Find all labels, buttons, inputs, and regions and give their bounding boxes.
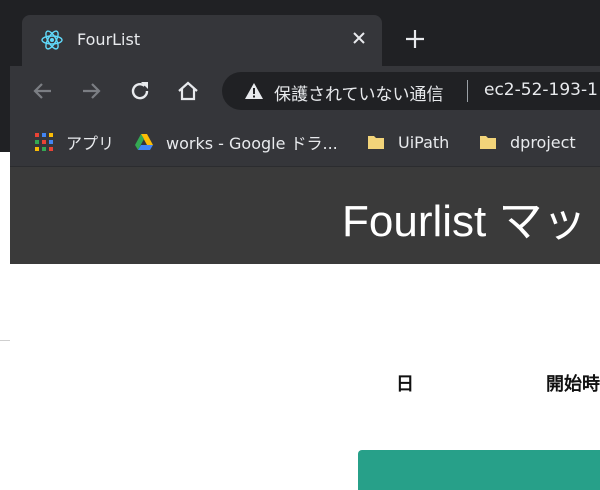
bookmark-google-drive[interactable]: works - Google ドラ... bbox=[134, 118, 338, 166]
bookmarks-bar: アプリ works - Google ドラ... UiPath dproject bbox=[10, 118, 600, 167]
warning-icon[interactable] bbox=[244, 81, 264, 101]
security-status[interactable]: 保護されていない通信 bbox=[274, 80, 444, 105]
apps-grid-icon bbox=[35, 133, 53, 151]
plus-icon[interactable] bbox=[403, 27, 427, 51]
window-edge bbox=[0, 0, 10, 152]
column-header-day: 日 bbox=[396, 374, 414, 395]
page-title: Fourlist マッ bbox=[342, 197, 587, 246]
back-arrow-icon[interactable] bbox=[30, 78, 56, 104]
accent-panel[interactable] bbox=[358, 450, 600, 490]
forward-arrow-icon[interactable] bbox=[78, 78, 104, 104]
bookmark-dproject[interactable]: dproject bbox=[478, 118, 576, 166]
page-header: Fourlist マッ bbox=[10, 167, 600, 264]
home-icon[interactable] bbox=[175, 78, 201, 104]
bookmark-label: dproject bbox=[510, 132, 576, 152]
omnibox-divider bbox=[467, 80, 468, 102]
bookmark-label: UiPath bbox=[398, 132, 450, 152]
google-drive-icon bbox=[135, 134, 153, 150]
react-atom-icon bbox=[41, 30, 63, 50]
column-header-start: 開始時 bbox=[546, 374, 600, 395]
bookmark-apps[interactable]: アプリ bbox=[34, 118, 114, 166]
browser-tab[interactable]: FourList bbox=[22, 15, 382, 66]
address-bar[interactable]: 保護されていない通信 ec2-52-193-1 bbox=[222, 72, 600, 110]
tab-title: FourList bbox=[77, 30, 141, 49]
bookmark-uipath[interactable]: UiPath bbox=[366, 118, 449, 166]
bookmark-label: works - Google ドラ... bbox=[166, 134, 338, 153]
url-text[interactable]: ec2-52-193-1 bbox=[484, 80, 598, 100]
bookmark-label: アプリ bbox=[66, 134, 115, 153]
reload-icon[interactable] bbox=[127, 78, 153, 104]
close-icon[interactable] bbox=[350, 29, 368, 47]
divider bbox=[0, 340, 10, 341]
browser-toolbar: 保護されていない通信 ec2-52-193-1 bbox=[10, 66, 600, 118]
folder-icon bbox=[480, 136, 496, 149]
folder-icon bbox=[368, 136, 384, 149]
